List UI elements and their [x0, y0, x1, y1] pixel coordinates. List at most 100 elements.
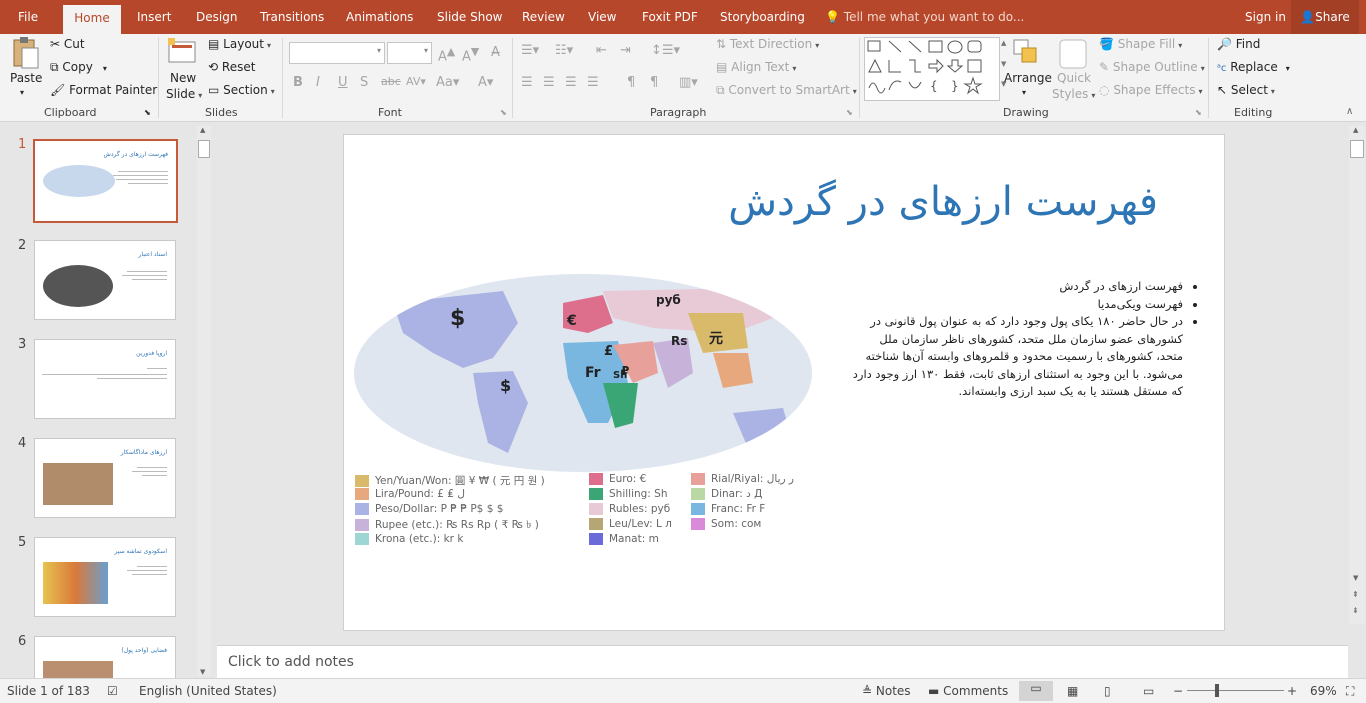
spell-check-icon[interactable]: ☑ [107, 684, 118, 698]
font-color-icon[interactable]: A▾ [478, 75, 493, 90]
reset-button[interactable]: ⟲ Reset [208, 60, 255, 74]
decrease-font-icon[interactable]: A▼ [462, 45, 479, 64]
underline-icon[interactable]: U [338, 75, 348, 90]
tab-design[interactable]: Design [196, 0, 237, 34]
fit-slide-icon[interactable]: ⛶ [1346, 684, 1354, 699]
character-spacing-icon[interactable]: AV▾ [406, 75, 426, 88]
format-painter-button[interactable]: 🖌 Format Painter [50, 83, 157, 97]
gallery-down-icon[interactable]: ▼ [1001, 60, 1006, 68]
slide-canvas[interactable]: فهرست ارزهای در گردش $ $ Fr € £ руб 元 ₽ … [343, 134, 1225, 631]
quick-styles-label-2[interactable]: Styles [1052, 87, 1095, 101]
tab-insert[interactable]: Insert [137, 0, 171, 34]
arrange-dropdown[interactable]: ▾ [1022, 88, 1026, 97]
select-button[interactable]: ↖ Select [1217, 83, 1275, 97]
paste-button[interactable]: Paste [10, 71, 42, 85]
convert-smartart-button[interactable]: ⧉ Convert to SmartArt [716, 83, 857, 98]
shape-outline-button[interactable]: ✎ Shape Outline [1099, 60, 1205, 74]
change-case-icon[interactable]: Aa▾ [436, 75, 459, 90]
comments-button[interactable]: ▬ Comments [928, 684, 1008, 698]
tab-storyboarding[interactable]: Storyboarding [720, 0, 805, 34]
font-launcher-icon[interactable]: ⬊ [500, 108, 507, 117]
decrease-indent-icon[interactable]: ⇤ [596, 43, 607, 58]
justify-icon[interactable]: ☰ [587, 75, 599, 90]
align-center-icon[interactable]: ☰ [543, 75, 555, 90]
thumbnail-scrollbar[interactable]: ▲ ▼ [197, 126, 211, 676]
paste-dropdown[interactable]: ▾ [20, 88, 24, 97]
tab-review[interactable]: Review [522, 0, 565, 34]
shadow-icon[interactable]: S [360, 75, 368, 90]
share-button[interactable]: 👤Share [1291, 0, 1359, 34]
slide-thumbnail-3[interactable]: اروپا فدورین [34, 339, 176, 419]
sign-in-link[interactable]: Sign in [1245, 0, 1286, 34]
slide-title[interactable]: فهرست ارزهای در گردش [728, 179, 1158, 225]
arrange-button[interactable]: Arrange [1004, 71, 1052, 85]
tab-home[interactable]: Home [63, 5, 121, 34]
bold-icon[interactable]: B [293, 75, 303, 90]
notes-button[interactable]: ≜ Notes [862, 684, 911, 698]
ltr-icon[interactable]: ¶ [627, 75, 635, 90]
collapse-ribbon-icon[interactable]: ∧ [1346, 106, 1353, 117]
strikethrough-icon[interactable]: abc [381, 75, 401, 88]
copy-button[interactable]: ⧉ Copy ▾ [50, 60, 107, 75]
zoom-slider-thumb[interactable] [1215, 684, 1219, 697]
slide-thumbnail-4[interactable]: ارزهای ماداگاسکار [34, 438, 176, 518]
tab-transitions[interactable]: Transitions [260, 0, 324, 34]
paragraph-launcher-icon[interactable]: ⬊ [846, 108, 853, 117]
slideshow-view-icon[interactable]: ▭ [1143, 684, 1154, 698]
scroll-down-icon[interactable]: ▼ [1353, 574, 1358, 582]
zoom-out-icon[interactable]: − [1173, 684, 1183, 698]
font-size-field[interactable]: ▾ [387, 42, 432, 64]
drawing-launcher-icon[interactable]: ⬊ [1195, 108, 1202, 117]
line-spacing-icon[interactable]: ↕☰▾ [651, 43, 680, 58]
notes-pane[interactable]: Click to add notes [217, 645, 1348, 678]
replace-button[interactable]: ᵃc Replace ▾ [1217, 60, 1290, 74]
zoom-level[interactable]: 69% [1310, 684, 1337, 698]
new-slide-label-1[interactable]: New [170, 71, 196, 85]
slide-thumbnail-6[interactable]: فضایی (واحد پول) [34, 636, 176, 680]
language-indicator[interactable]: English (United States) [139, 684, 277, 698]
text-direction-button[interactable]: ⇅ Text Direction [716, 37, 819, 51]
tab-view[interactable]: View [588, 0, 616, 34]
align-text-button[interactable]: ▤ Align Text [716, 60, 796, 74]
shape-fill-button[interactable]: 🪣 Shape Fill [1099, 37, 1182, 51]
reading-view-icon[interactable]: ▯ [1104, 684, 1111, 698]
rtl-icon[interactable]: ¶ [650, 75, 658, 90]
tell-me-box[interactable]: 💡 Tell me what you want to do... [825, 0, 1024, 34]
slide-thumbnail-1[interactable]: فهرست ارزهای در گردش [33, 139, 178, 223]
italic-icon[interactable]: I [316, 75, 320, 90]
columns-icon[interactable]: ▥▾ [679, 75, 698, 90]
new-slide-icon[interactable] [166, 36, 198, 70]
quick-styles-label-1[interactable]: Quick [1057, 71, 1091, 85]
increase-font-icon[interactable]: A▲ [438, 45, 455, 64]
section-button[interactable]: ▭ Section [208, 83, 275, 97]
font-name-field[interactable]: ▾ [289, 42, 385, 64]
increase-indent-icon[interactable]: ⇥ [620, 43, 631, 58]
layout-button[interactable]: ▤ Layout [208, 37, 271, 51]
previous-slide-icon[interactable]: ⇞ [1352, 590, 1359, 599]
scroll-thumb[interactable] [198, 140, 210, 158]
slide-thumbnail-5[interactable]: اسکودوی تماشه سپر [34, 537, 176, 617]
quick-styles-icon[interactable] [1058, 38, 1090, 70]
numbering-icon[interactable]: ☷▾ [555, 43, 573, 58]
scroll-up-icon[interactable]: ▲ [1353, 126, 1358, 134]
shape-effects-button[interactable]: ◌ Shape Effects [1099, 83, 1203, 97]
slide-body-text[interactable]: فهرست ارزهای در گردش فهرست ویکی‌مدیا در … [849, 278, 1211, 401]
paste-icon[interactable] [10, 36, 42, 70]
arrange-icon[interactable] [1011, 37, 1043, 69]
align-right-icon[interactable]: ☰ [565, 75, 577, 90]
scroll-thumb[interactable] [1350, 140, 1364, 158]
align-left-icon[interactable]: ☰ [521, 75, 533, 90]
zoom-in-icon[interactable]: + [1287, 684, 1297, 698]
new-slide-label-2[interactable]: Slide [166, 87, 202, 101]
scroll-down-icon[interactable]: ▼ [200, 668, 205, 676]
bullets-icon[interactable]: ☰▾ [521, 43, 539, 58]
scroll-up-icon[interactable]: ▲ [200, 126, 205, 134]
tab-slide-show[interactable]: Slide Show [437, 0, 502, 34]
next-slide-icon[interactable]: ⇟ [1352, 606, 1359, 615]
clear-formatting-icon[interactable]: A̶ [491, 45, 500, 60]
cut-button[interactable]: ✂ Cut [50, 37, 85, 51]
normal-view-icon[interactable]: ▭ [1019, 681, 1053, 701]
slide-scrollbar[interactable]: ▲ ▼ ⇞ ⇟ [1349, 126, 1365, 624]
tab-file[interactable]: File [18, 0, 38, 34]
tab-foxit-pdf[interactable]: Foxit PDF [642, 0, 698, 34]
